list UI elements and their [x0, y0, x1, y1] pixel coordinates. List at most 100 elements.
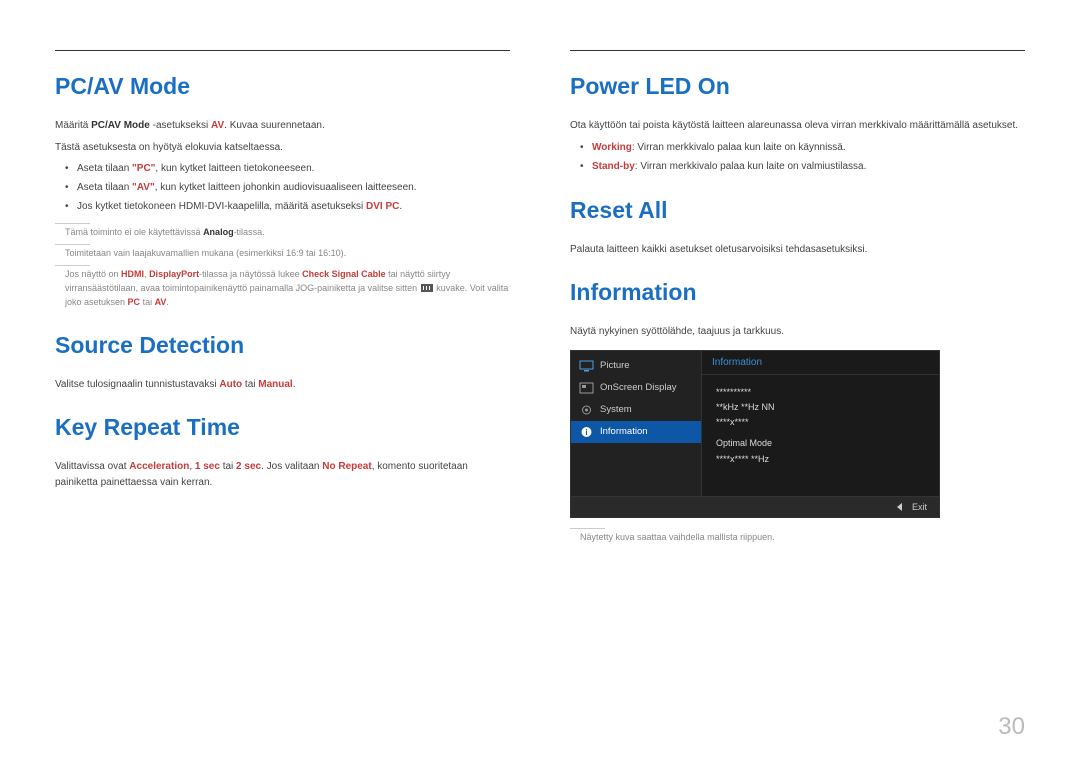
pcav-usage: Tästä asetuksesta on hyötyä elokuvia kat… [55, 140, 510, 156]
osd-menu-label: Picture [600, 360, 630, 371]
reset-all-text: Palauta laitteen kaikki asetukset oletus… [570, 242, 1025, 258]
heading-information: Information [570, 279, 1025, 306]
text: Tämä toiminto ei ole käytettävissä [65, 227, 203, 237]
bold-text: Analog [203, 227, 234, 237]
accent-text: Auto [219, 379, 242, 390]
list-item: Stand-by: Virran merkkivalo palaa kun la… [570, 159, 1025, 175]
osd-info-line: Optimal Mode [716, 436, 925, 451]
list-item: Jos kytket tietokoneen HDMI-DVI-kaapelil… [55, 199, 510, 215]
osd-info-line: **kHz **Hz NN [716, 400, 925, 415]
osd-screenshot: Picture OnScreen Display System i Inform… [570, 350, 940, 518]
accent-text: No Repeat [322, 461, 371, 472]
osd-menu-label: System [600, 404, 632, 415]
information-text: Näytä nykyinen syöttölähde, taajuus ja t… [570, 324, 1025, 340]
osd-info-line: ****x**** [716, 415, 925, 430]
text: , kun kytket laitteen johonkin audiovisu… [155, 182, 417, 193]
accent-text: HDMI [121, 269, 144, 279]
footnote: Näytetty kuva saattaa vaihdella mallista… [570, 531, 1025, 545]
text: -tilassa. [234, 227, 265, 237]
text: tai [242, 379, 258, 390]
accent-text: PC [128, 297, 141, 307]
accent-text: AV [155, 297, 167, 307]
heading-pcav-mode: PC/AV Mode [55, 73, 510, 100]
text: Määritä [55, 120, 91, 131]
left-column: PC/AV Mode Määritä PC/AV Mode -asetuksek… [55, 50, 510, 546]
bold-text: PC/AV Mode [91, 120, 150, 131]
heading-key-repeat: Key Repeat Time [55, 414, 510, 441]
osd-menu-picture[interactable]: Picture [571, 355, 701, 377]
heading-source-detection: Source Detection [55, 332, 510, 359]
pcav-intro: Määritä PC/AV Mode -asetukseksi AV. Kuva… [55, 118, 510, 134]
info-icon: i [579, 426, 594, 438]
footnote-divider [570, 528, 605, 529]
text: -asetukseksi [150, 120, 211, 131]
page-number: 30 [998, 713, 1025, 741]
list-item: Aseta tilaan "AV", kun kytket laitteen j… [55, 180, 510, 196]
picture-icon [579, 360, 594, 372]
accent-text: 1 sec [195, 461, 220, 472]
accent-text: Acceleration [129, 461, 189, 472]
text: Aseta tilaan [77, 182, 132, 193]
heading-power-led: Power LED On [570, 73, 1025, 100]
osd-menu-system[interactable]: System [571, 399, 701, 421]
osd-footer: Exit [571, 496, 939, 517]
footnote: Toimitetaan vain laajakuvamallien mukana… [55, 247, 510, 261]
osd-exit-label[interactable]: Exit [912, 502, 927, 512]
osd-menu: Picture OnScreen Display System i Inform… [571, 351, 701, 496]
osd-icon [579, 382, 594, 394]
text: : Virran merkkivalo palaa kun laite on k… [632, 142, 846, 153]
accent-text: Check Signal Cable [302, 269, 386, 279]
text: . [399, 201, 402, 212]
accent-text: Stand-by [592, 161, 635, 172]
menu-icon [421, 284, 433, 292]
osd-menu-information[interactable]: i Information [571, 421, 701, 443]
accent-text: AV [211, 120, 224, 131]
accent-text: "AV" [132, 182, 155, 193]
accent-text: DVI PC [366, 201, 399, 212]
heading-reset-all: Reset All [570, 197, 1025, 224]
osd-info-line: ****x**** **Hz [716, 452, 925, 467]
osd-panel-title: Information [702, 351, 939, 375]
column-divider [570, 50, 1025, 51]
power-led-bullets: Working: Virran merkkivalo palaa kun lai… [570, 140, 1025, 175]
text: , kun kytket laitteen tietokoneeseen. [155, 163, 314, 174]
footnote: Jos näyttö on HDMI, DisplayPort-tilassa … [55, 268, 510, 310]
footnote-divider [55, 265, 90, 266]
column-divider [55, 50, 510, 51]
list-item: Working: Virran merkkivalo palaa kun lai… [570, 140, 1025, 156]
osd-body: Picture OnScreen Display System i Inform… [571, 351, 939, 496]
text: Jos kytket tietokoneen HDMI-DVI-kaapelil… [77, 201, 366, 212]
text: . [166, 297, 169, 307]
right-column: Power LED On Ota käyttöön tai poista käy… [570, 50, 1025, 546]
footnote: Tämä toiminto ei ole käytettävissä Analo… [55, 226, 510, 240]
osd-menu-label: Information [600, 426, 648, 437]
back-arrow-icon[interactable] [897, 503, 902, 511]
source-detection-text: Valitse tulosignaalin tunnistustavaksi A… [55, 377, 510, 393]
accent-text: Working [592, 142, 632, 153]
text: tai [220, 461, 236, 472]
text: . Kuvaa suurennetaan. [224, 120, 325, 131]
key-repeat-text: Valittavissa ovat Acceleration, 1 sec ta… [55, 459, 510, 490]
list-item: Aseta tilaan "PC", kun kytket laitteen t… [55, 161, 510, 177]
accent-text: "PC" [132, 163, 155, 174]
pcav-bullets: Aseta tilaan "PC", kun kytket laitteen t… [55, 161, 510, 215]
svg-text:i: i [585, 428, 587, 437]
gear-icon [579, 404, 594, 416]
text: . [293, 379, 296, 390]
accent-text: DisplayPort [149, 269, 199, 279]
text: : Virran merkkivalo palaa kun laite on v… [635, 161, 867, 172]
power-led-text: Ota käyttöön tai poista käytöstä laittee… [570, 118, 1025, 134]
text: tai [140, 297, 155, 307]
accent-text: 2 sec [236, 461, 261, 472]
text: Jos näyttö on [65, 269, 121, 279]
osd-panel-body: ********** **kHz **Hz NN ****x**** Optim… [702, 375, 939, 477]
text: -tilassa ja näytössä lukee [199, 269, 302, 279]
osd-menu-label: OnScreen Display [600, 382, 677, 393]
osd-menu-onscreen[interactable]: OnScreen Display [571, 377, 701, 399]
osd-panel: Information ********** **kHz **Hz NN ***… [701, 351, 939, 496]
text: Valittavissa ovat [55, 461, 129, 472]
text: . Jos valitaan [261, 461, 322, 472]
osd-info-line: ********** [716, 385, 925, 400]
accent-text: Manual [258, 379, 292, 390]
footnote-divider [55, 223, 90, 224]
